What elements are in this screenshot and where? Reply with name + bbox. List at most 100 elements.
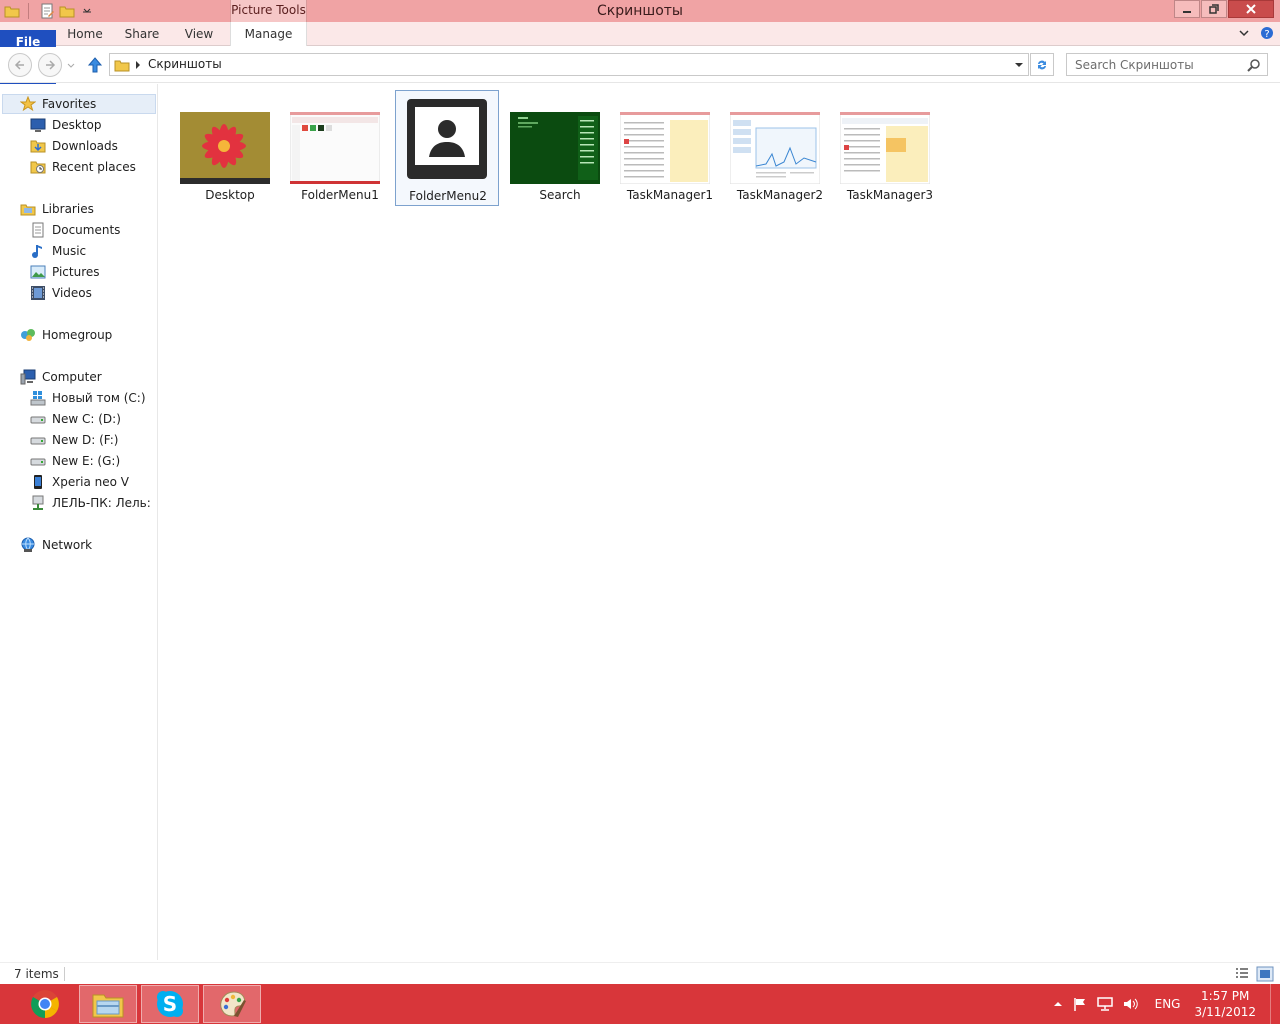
system-drive-icon bbox=[30, 391, 46, 406]
thumbnail-image bbox=[620, 112, 710, 184]
folder-icon bbox=[114, 60, 130, 72]
nav-libraries[interactable]: Libraries bbox=[20, 199, 94, 219]
nav-homegroup[interactable]: Homegroup bbox=[20, 325, 112, 345]
phone-icon bbox=[34, 475, 42, 489]
nav-computer[interactable]: Computer bbox=[20, 367, 102, 387]
user-icon bbox=[438, 120, 456, 138]
title-bar: Picture Tools Скриншоты bbox=[0, 0, 1280, 22]
nav-item-network-share[interactable]: ЛЕЛЬ-ПК: Лель: bbox=[30, 493, 151, 513]
nav-item-xperia[interactable]: Xperia neo V bbox=[30, 472, 129, 492]
expand-ribbon-icon[interactable] bbox=[1238, 27, 1250, 39]
videos-film-icon bbox=[31, 286, 45, 300]
thumbnail-image bbox=[180, 112, 270, 184]
computer-icon bbox=[20, 369, 36, 385]
nav-item-recent-places[interactable]: Recent places bbox=[30, 157, 136, 177]
clock-time: 1:57 PM bbox=[1201, 989, 1250, 1003]
taskbar-paint[interactable] bbox=[203, 985, 261, 1023]
picture-tools-context-label: Picture Tools bbox=[230, 0, 307, 22]
action-center-flag-icon[interactable] bbox=[1073, 997, 1087, 1011]
details-view-icon[interactable] bbox=[1234, 966, 1250, 982]
file-item-desktop[interactable]: Desktop bbox=[175, 92, 279, 206]
file-item-taskmanager3[interactable]: TaskManager3 bbox=[835, 92, 939, 206]
new-folder-icon[interactable] bbox=[59, 3, 75, 19]
show-hidden-icons-icon[interactable] bbox=[1053, 999, 1063, 1009]
nav-item-drive-c[interactable]: Новый том (C:) bbox=[30, 388, 146, 408]
skype-icon: S bbox=[157, 991, 183, 1017]
explorer-icon bbox=[92, 994, 124, 1018]
nav-item-drive-g[interactable]: New E: (G:) bbox=[30, 451, 120, 471]
hard-drive-icon bbox=[30, 416, 46, 424]
nav-item-desktop[interactable]: Desktop bbox=[30, 115, 102, 135]
tab-manage[interactable]: Manage bbox=[230, 22, 307, 46]
nav-item-label: Videos bbox=[52, 286, 92, 300]
volume-icon[interactable] bbox=[1123, 997, 1139, 1011]
forward-button[interactable] bbox=[38, 53, 62, 77]
paint-icon bbox=[220, 991, 246, 1017]
taskbar-file-explorer[interactable] bbox=[79, 985, 137, 1023]
large-icons-view-icon[interactable] bbox=[1256, 966, 1274, 982]
language-indicator[interactable]: ENG bbox=[1155, 997, 1181, 1011]
breadcrumb-arrow-icon[interactable] bbox=[134, 60, 142, 70]
downloads-folder-icon bbox=[30, 140, 46, 153]
minimize-button[interactable] bbox=[1174, 0, 1200, 18]
documents-icon bbox=[32, 222, 44, 238]
taskbar-skype[interactable]: S bbox=[141, 985, 199, 1023]
tab-view[interactable]: View bbox=[176, 22, 222, 46]
maximize-button[interactable] bbox=[1201, 0, 1227, 18]
file-item-taskmanager1[interactable]: TaskManager1 bbox=[615, 92, 719, 206]
search-placeholder: Search Скриншоты bbox=[1075, 58, 1194, 72]
libraries-icon bbox=[20, 204, 36, 216]
nav-favorites[interactable]: Favorites bbox=[20, 94, 96, 114]
help-icon[interactable]: ? bbox=[1260, 26, 1274, 40]
nav-item-label: Documents bbox=[52, 223, 121, 237]
breadcrumb-current-folder[interactable]: Скриншоты bbox=[148, 57, 222, 71]
clock[interactable]: 1:57 PM 3/11/2012 bbox=[1194, 988, 1256, 1020]
search-icon[interactable] bbox=[1247, 58, 1261, 72]
nav-network[interactable]: Network bbox=[20, 535, 92, 555]
back-button[interactable] bbox=[8, 53, 32, 77]
nav-item-documents[interactable]: Documents bbox=[30, 220, 120, 240]
file-list-area[interactable]: Desktop FolderMenu1 FolderMenu2 Search T… bbox=[159, 84, 1280, 960]
nav-item-label: New E: (G:) bbox=[52, 454, 121, 468]
file-item-search[interactable]: Search bbox=[505, 92, 609, 206]
close-button[interactable] bbox=[1228, 0, 1274, 18]
nav-item-videos[interactable]: Videos bbox=[30, 283, 92, 303]
file-item-taskmanager2[interactable]: TaskManager2 bbox=[725, 92, 829, 206]
file-item-foldermenu1[interactable]: FolderMenu1 bbox=[285, 92, 389, 206]
recent-locations-chevron-icon[interactable] bbox=[66, 61, 76, 71]
system-tray: ENG 1:57 PM 3/11/2012 bbox=[1053, 984, 1280, 1024]
tab-home[interactable]: Home bbox=[60, 22, 110, 46]
nav-item-label: Downloads bbox=[52, 139, 118, 153]
tab-share[interactable]: Share bbox=[116, 22, 168, 46]
search-input[interactable]: Search Скриншоты bbox=[1066, 53, 1268, 76]
file-name: FolderMenu2 bbox=[409, 189, 487, 203]
folder-icon bbox=[4, 6, 20, 18]
svg-text:?: ? bbox=[1264, 29, 1269, 40]
nav-item-drive-d[interactable]: New C: (D:) bbox=[30, 409, 121, 429]
thumbnail-image bbox=[290, 112, 380, 184]
nav-item-label: Desktop bbox=[52, 118, 102, 132]
network-status-icon[interactable] bbox=[1096, 997, 1113, 1011]
nav-item-downloads[interactable]: Downloads bbox=[30, 136, 118, 156]
thumbnail-image bbox=[510, 112, 600, 184]
nav-item-music[interactable]: Music bbox=[30, 241, 86, 261]
music-note-icon bbox=[32, 245, 42, 258]
address-history-dropdown-icon[interactable] bbox=[1014, 61, 1024, 69]
taskbar-chrome[interactable] bbox=[16, 985, 74, 1023]
nav-item-pictures[interactable]: Pictures bbox=[30, 262, 100, 282]
refresh-button[interactable] bbox=[1030, 53, 1054, 76]
status-bar: 7 items bbox=[0, 962, 1280, 984]
refresh-icon bbox=[1038, 60, 1046, 69]
properties-icon[interactable] bbox=[39, 3, 55, 19]
quick-access-toolbar bbox=[0, 0, 95, 22]
nav-item-label: Music bbox=[52, 244, 87, 258]
nav-item-drive-f[interactable]: New D: (F:) bbox=[30, 430, 118, 450]
show-desktop-button[interactable] bbox=[1270, 984, 1280, 1024]
window-controls bbox=[1173, 0, 1274, 18]
up-arrow-icon[interactable] bbox=[86, 56, 104, 74]
file-item-foldermenu2[interactable]: FolderMenu2 bbox=[395, 90, 499, 206]
svg-text:S: S bbox=[163, 992, 177, 1016]
file-name: Search bbox=[539, 188, 581, 202]
chevron-down-icon[interactable] bbox=[79, 3, 95, 19]
address-bar[interactable]: Скриншоты bbox=[109, 53, 1029, 76]
